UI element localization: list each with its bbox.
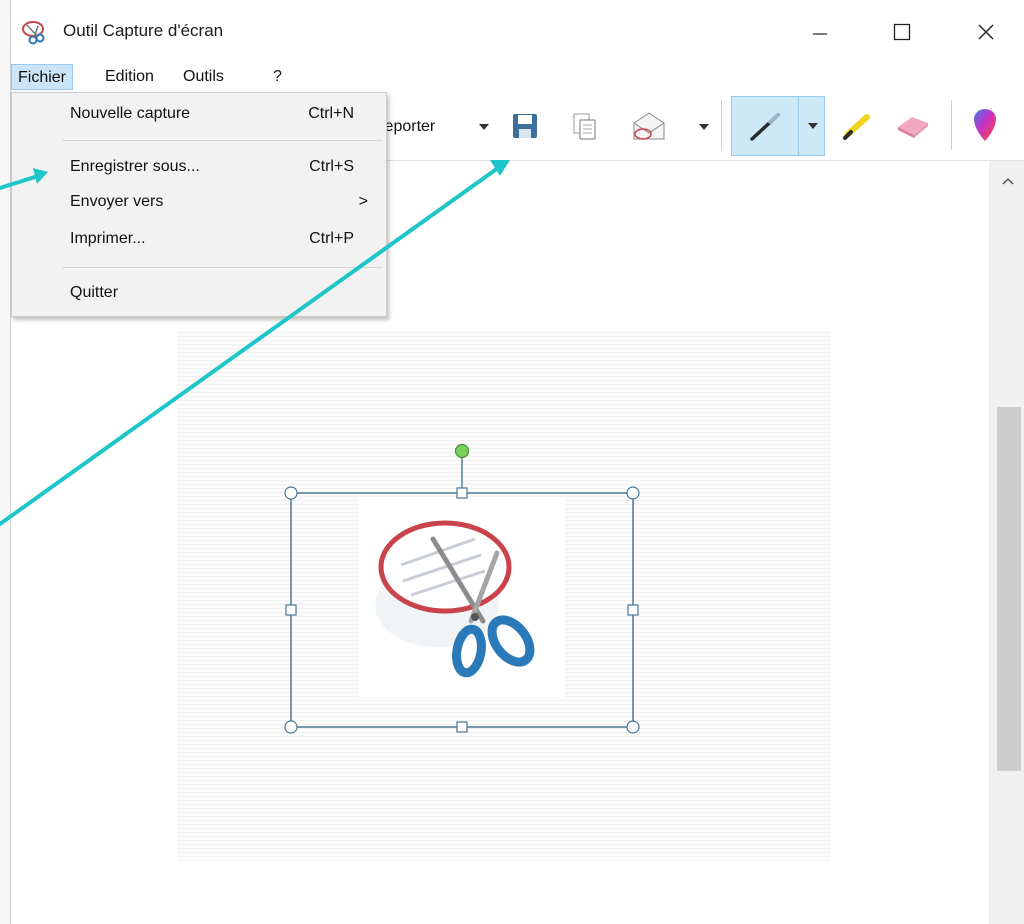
arrow-to-save-as bbox=[0, 168, 48, 190]
annotation-arrows bbox=[0, 160, 510, 526]
arrow-to-save-button bbox=[0, 160, 510, 526]
